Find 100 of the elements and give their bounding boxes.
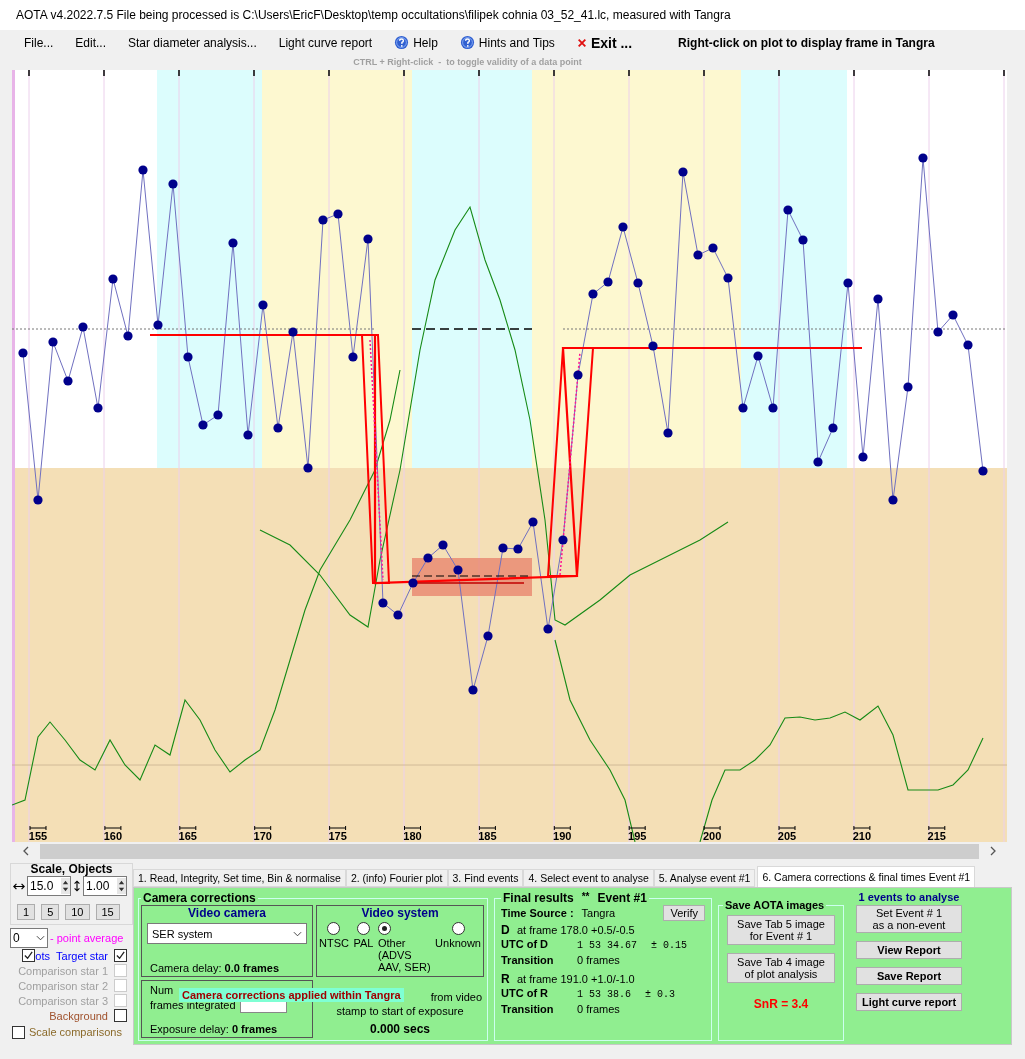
data-point[interactable] (498, 543, 508, 553)
scroll-right-icon[interactable] (989, 846, 997, 856)
data-point[interactable] (678, 167, 688, 177)
data-point[interactable] (33, 495, 43, 505)
data-point[interactable] (588, 289, 598, 299)
data-point[interactable] (558, 535, 568, 545)
menu-item[interactable]: File... (14, 33, 64, 52)
report-button[interactable]: Light curve report (856, 993, 962, 1011)
data-point[interactable] (138, 165, 148, 175)
data-point[interactable] (543, 624, 553, 634)
data-point[interactable] (603, 277, 613, 287)
zoom-button[interactable]: 1 (17, 904, 36, 920)
data-point[interactable] (438, 540, 448, 550)
tab[interactable]: 6. Camera corrections & final times Event #1 (757, 866, 976, 887)
save-image-button[interactable]: Save Tab 4 image of plot analysis (727, 953, 835, 983)
data-point[interactable] (888, 495, 898, 505)
data-point[interactable] (738, 403, 748, 413)
data-point[interactable] (468, 685, 478, 695)
menu-item[interactable]: Star diameter analysis... (118, 33, 267, 52)
data-point[interactable] (933, 327, 943, 337)
data-point[interactable] (948, 310, 958, 320)
data-point[interactable] (828, 423, 838, 433)
data-point[interactable] (963, 340, 973, 350)
report-button[interactable]: View Report (856, 941, 962, 959)
data-point[interactable] (318, 215, 328, 225)
vertical-scale-spinner[interactable]: 1.00 (83, 876, 127, 896)
data-point[interactable] (453, 565, 463, 575)
zoom-button[interactable]: 10 (65, 904, 90, 920)
data-point[interactable] (663, 428, 673, 438)
data-point[interactable] (903, 382, 913, 392)
data-point[interactable] (348, 352, 358, 362)
data-point[interactable] (693, 250, 703, 260)
average-dropdown[interactable]: 0 (10, 928, 48, 948)
save-image-button[interactable]: Save Tab 5 image for Event # 1 (727, 915, 835, 945)
radio-button[interactable] (356, 922, 370, 935)
data-point[interactable] (648, 341, 658, 351)
data-point[interactable] (363, 234, 373, 244)
data-point[interactable] (858, 452, 868, 462)
data-point[interactable] (528, 517, 538, 527)
data-point[interactable] (408, 578, 418, 588)
data-point[interactable] (108, 274, 118, 284)
data-point[interactable] (333, 209, 343, 219)
data-point[interactable] (618, 222, 628, 232)
data-point[interactable] (978, 466, 988, 476)
menu-item[interactable]: Hints and Tips (449, 33, 565, 52)
data-point[interactable] (768, 403, 778, 413)
spinner-arrows-icon[interactable] (61, 878, 70, 894)
data-point[interactable] (393, 610, 403, 620)
data-point[interactable] (78, 322, 88, 332)
data-point[interactable] (783, 205, 793, 215)
data-point[interactable] (198, 420, 208, 430)
tab[interactable]: 4. Select event to analyse (523, 869, 654, 887)
tab[interactable]: 2. (info) Fourier plot (345, 869, 448, 887)
data-point[interactable] (708, 243, 718, 253)
data-point[interactable] (153, 320, 163, 330)
horizontal-scale-spinner[interactable]: 15.0 (27, 876, 71, 896)
tab[interactable]: 5. Analyse event #1 (653, 869, 756, 887)
camera-dropdown[interactable]: SER system (147, 923, 307, 944)
checkbox[interactable] (114, 1009, 127, 1022)
data-point[interactable] (93, 403, 103, 413)
zoom-button[interactable]: 5 (41, 904, 60, 920)
checkbox[interactable] (114, 949, 127, 962)
data-point[interactable] (813, 457, 823, 467)
zoom-button[interactable]: 15 (95, 904, 120, 920)
data-point[interactable] (918, 153, 928, 163)
data-point[interactable] (753, 351, 763, 361)
radio-button[interactable] (378, 922, 391, 935)
data-point[interactable] (843, 278, 853, 288)
data-point[interactable] (423, 553, 433, 563)
radio-button[interactable] (451, 922, 465, 935)
checkbox[interactable] (12, 1025, 25, 1039)
data-point[interactable] (123, 331, 133, 341)
data-point[interactable] (258, 300, 268, 310)
checkbox[interactable] (22, 949, 36, 962)
data-point[interactable] (483, 631, 493, 641)
data-point[interactable] (303, 463, 313, 473)
data-point[interactable] (873, 294, 883, 304)
data-point[interactable] (798, 235, 808, 245)
data-point[interactable] (228, 238, 238, 248)
menu-item[interactable]: Light curve report (268, 33, 383, 52)
spinner-arrows-icon[interactable] (117, 878, 126, 894)
data-point[interactable] (63, 376, 73, 386)
data-point[interactable] (288, 327, 298, 337)
data-point[interactable] (243, 430, 253, 440)
scrollbar-thumb[interactable] (40, 843, 979, 859)
data-point[interactable] (273, 423, 283, 433)
scroll-left-icon[interactable] (22, 846, 30, 856)
data-point[interactable] (48, 337, 58, 347)
data-point[interactable] (723, 273, 733, 283)
data-point[interactable] (213, 410, 223, 420)
menu-item[interactable]: Edit... (65, 33, 117, 52)
data-point[interactable] (183, 352, 193, 362)
data-point[interactable] (633, 278, 643, 288)
data-point[interactable] (378, 598, 388, 608)
report-button[interactable]: Save Report (856, 967, 962, 985)
data-point[interactable] (18, 348, 28, 358)
menu-item[interactable]: Help (384, 33, 448, 52)
data-point[interactable] (573, 370, 583, 380)
radio-button[interactable] (327, 922, 341, 935)
tab[interactable]: 3. Find events (447, 869, 524, 887)
